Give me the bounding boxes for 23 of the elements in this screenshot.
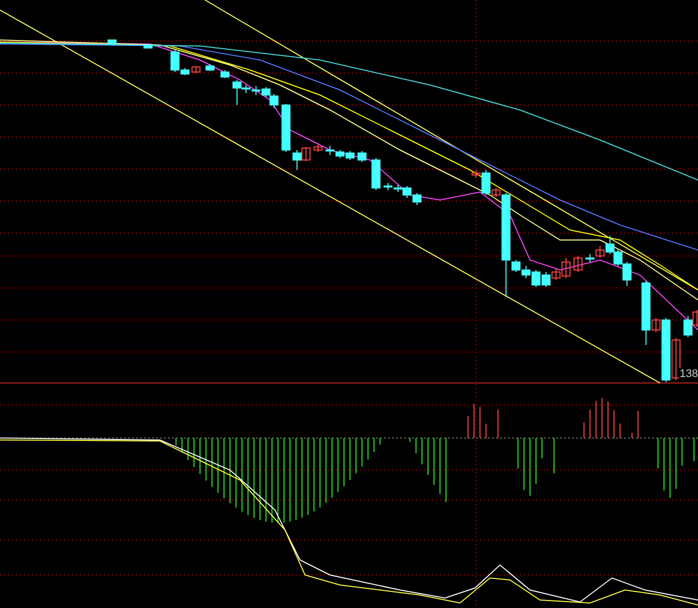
candlestick (192, 66, 200, 74)
candlestick (252, 86, 260, 96)
candlestick (574, 256, 582, 272)
candlestick (358, 150, 366, 162)
candlestick (282, 104, 290, 152)
candlestick (292, 150, 302, 170)
candlestick (220, 70, 230, 78)
candlestick (144, 44, 152, 48)
candlestick (302, 146, 310, 162)
candlestick (108, 40, 116, 44)
candlestick (412, 192, 422, 206)
candlestick (522, 266, 530, 278)
price-low-label: 138 (678, 368, 698, 381)
candlestick (336, 150, 344, 158)
candlestick (542, 272, 550, 288)
candlestick (262, 86, 270, 98)
candlestick (206, 64, 214, 72)
candlestick (270, 94, 278, 108)
candlestick (314, 144, 322, 152)
candlestick (372, 158, 380, 190)
candlestick (326, 146, 334, 156)
candlestick (346, 150, 354, 160)
candlestick (532, 270, 540, 288)
